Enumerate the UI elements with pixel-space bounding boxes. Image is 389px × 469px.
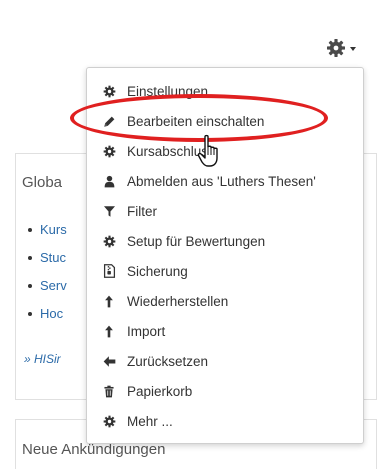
menu-item-label: Bearbeiten einschalten [127,113,265,129]
chevron-down-icon [350,47,356,51]
filter-icon [102,204,116,218]
user-icon [102,174,116,188]
menu-item-zuruecksetzen[interactable]: Zurücksetzen [87,346,363,376]
menu-item-label: Sicherung [127,263,188,279]
gear-icon [102,234,116,248]
menu-item-label: Kursabschluss [127,143,215,159]
gear-icon [102,84,116,98]
menu-item-papierkorb[interactable]: Papierkorb [87,376,363,406]
menu-item-label: Wiederherstellen [127,293,229,309]
upload-icon [102,324,116,338]
bullet-icon [28,312,32,316]
more-link[interactable]: » HISir [24,352,61,366]
block-title: Globa [22,174,63,191]
menu-item-label: Abmelden aus 'Luthers Thesen' [127,173,316,189]
file-archive-icon [102,264,116,278]
trash-icon [102,384,116,398]
menu-item-filter[interactable]: Filter [87,196,363,226]
menu-item-label: Mehr ... [127,413,173,429]
menu-item-label: Filter [127,203,157,219]
menu-item-label: Setup für Bewertungen [127,233,266,249]
upload-icon [102,294,116,308]
menu-item-label: Zurücksetzen [127,353,209,369]
pencil-icon [102,114,116,128]
arrow-left-icon [102,354,116,368]
menu-item-bearbeiten-einschalten[interactable]: Bearbeiten einschalten [87,106,363,136]
gear-icon [326,38,346,58]
menu-item-wiederherstellen[interactable]: Wiederherstellen [87,286,363,316]
menu-item-label: Import [127,323,166,339]
menu-item-kursabschluss[interactable]: Kursabschluss [87,136,363,166]
block-link-list: Kurs Stuc Serv Hoc [28,216,67,328]
menu-item-abmelden[interactable]: Abmelden aus 'Luthers Thesen' [87,166,363,196]
menu-item-einstellungen[interactable]: Einstellungen [87,76,363,106]
list-item[interactable]: Stuc [28,244,67,272]
bullet-icon [28,284,32,288]
bullet-icon [28,256,32,260]
list-item[interactable]: Hoc [28,300,67,328]
list-item[interactable]: Kurs [28,216,67,244]
list-item[interactable]: Serv [28,272,67,300]
menu-item-import[interactable]: Import [87,316,363,346]
menu-item-setup-bewertungen[interactable]: Setup für Bewertungen [87,226,363,256]
settings-dropdown-menu: Einstellungen Bearbeiten einschalten Kur… [86,67,364,444]
menu-item-mehr[interactable]: Mehr ... [87,406,363,436]
menu-item-sicherung[interactable]: Sicherung [87,256,363,286]
menu-item-label: Einstellungen [127,83,209,99]
page: Globa Kurs Stuc Serv Hoc » HISir Neue An… [0,0,389,469]
menu-item-label: Papierkorb [127,383,193,399]
settings-menu-button[interactable] [326,36,372,60]
bullet-icon [28,228,32,232]
gear-icon [102,144,116,158]
gear-icon [102,414,116,428]
